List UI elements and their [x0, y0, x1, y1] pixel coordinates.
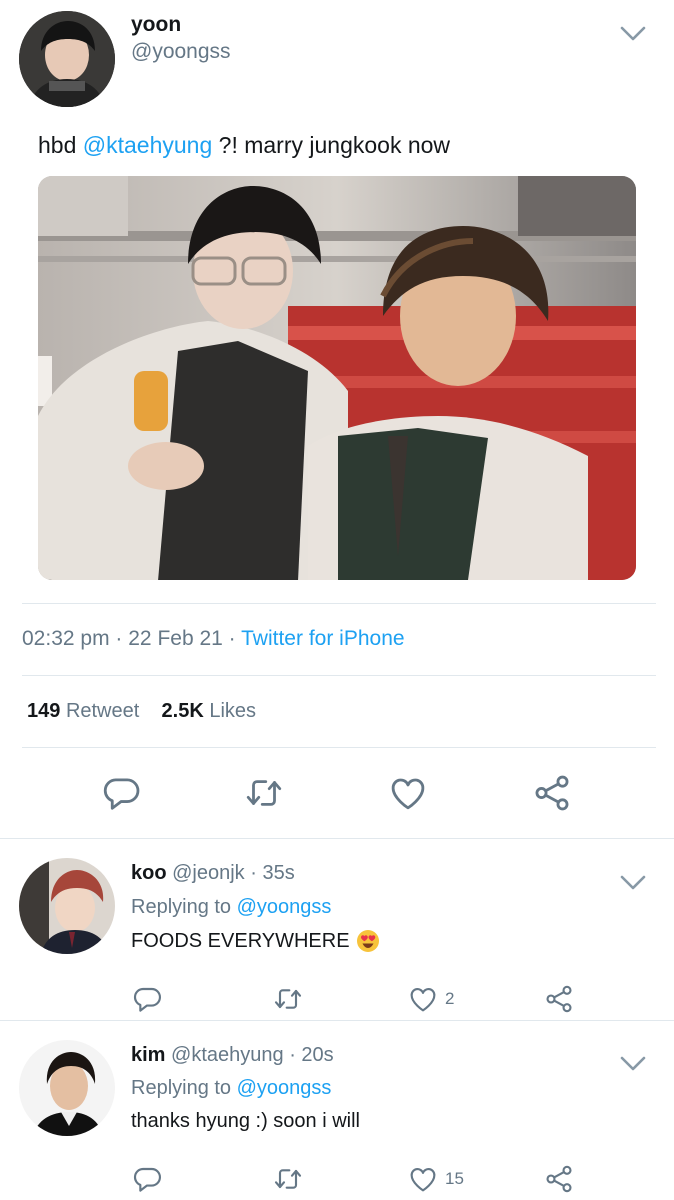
like-count: 15: [445, 1169, 464, 1188]
chevron-down-icon: [620, 25, 646, 43]
reply-header: koo @jeonjk · 35s: [131, 862, 295, 885]
reply-author-name[interactable]: kim: [131, 1044, 165, 1066]
share-icon: [543, 983, 575, 1015]
tweet-text: hbd @ktaehyung ?! marry jungkook now: [38, 132, 450, 159]
reply-options-button[interactable]: [620, 1055, 646, 1073]
reply-author-handle[interactable]: @jeonjk: [172, 862, 245, 884]
tweet-photo[interactable]: [38, 176, 636, 580]
likes-stat[interactable]: 2.5K Likes: [162, 700, 257, 722]
reply-author-handle[interactable]: @ktaehyung: [171, 1044, 284, 1066]
reply-avatar[interactable]: [19, 858, 115, 954]
tweet-author-name[interactable]: yoon: [131, 13, 181, 37]
tweet-meta: 02:32 pm · 22 Feb 21 · Twitter for iPhon…: [22, 627, 405, 651]
meta-separator: ·: [228, 627, 236, 650]
reply-button[interactable]: [100, 772, 142, 814]
reply-avatar[interactable]: [19, 1040, 115, 1136]
reply-icon: [100, 772, 142, 814]
like-icon: [387, 772, 429, 814]
tweet-source-link[interactable]: Twitter for iPhone: [241, 627, 404, 650]
reply-age: · 20s: [289, 1044, 334, 1066]
tweet-text-suffix: ?! marry jungkook now: [212, 132, 451, 158]
tweet-options-button[interactable]: [620, 25, 646, 43]
divider: [0, 838, 674, 839]
divider: [22, 603, 656, 604]
chevron-down-icon: [620, 874, 646, 892]
replying-to-label: Replying to: [131, 1077, 232, 1099]
replying-to-link[interactable]: @yoongss: [237, 1077, 332, 1099]
tweet-date: 22 Feb 21: [128, 627, 223, 650]
retweet-count: 149: [27, 700, 61, 722]
retweet-button[interactable]: [272, 1163, 304, 1195]
reply-icon: [131, 983, 163, 1015]
share-button[interactable]: [543, 983, 575, 1015]
divider: [22, 747, 656, 748]
chevron-down-icon: [620, 1055, 646, 1073]
likes-label: Likes: [209, 700, 257, 722]
reply-text-content: FOODS EVERYWHERE: [131, 929, 350, 952]
reply-icon: [131, 1163, 163, 1195]
retweet-icon: [243, 772, 285, 814]
retweet-icon: [272, 983, 304, 1015]
reply-text: thanks hyung :) soon i will: [131, 1110, 360, 1133]
tweet-time: 02:32 pm: [22, 627, 110, 650]
share-button[interactable]: [531, 772, 573, 814]
reply-text-content: thanks hyung :) soon i will: [131, 1110, 361, 1132]
retweet-button[interactable]: [243, 772, 285, 814]
heart-eyes-emoji-icon: [356, 929, 380, 953]
reply-header: kim @ktaehyung · 20s: [131, 1044, 334, 1067]
divider: [22, 675, 656, 676]
share-icon: [543, 1163, 575, 1195]
divider: [0, 1020, 674, 1021]
reply-text: FOODS EVERYWHERE: [131, 929, 380, 953]
reply-button[interactable]: [131, 1163, 163, 1195]
share-button[interactable]: [543, 1163, 575, 1195]
like-icon: [407, 983, 439, 1015]
likes-count: 2.5K: [161, 700, 204, 722]
like-button[interactable]: 15: [407, 1163, 464, 1195]
reply-author-name[interactable]: koo: [131, 862, 167, 884]
retweet-stat[interactable]: 149 Retweet: [27, 700, 139, 722]
like-count: 2: [445, 989, 455, 1008]
tweet-avatar[interactable]: [19, 11, 115, 107]
reply-options-button[interactable]: [620, 874, 646, 892]
replying-to-link[interactable]: @yoongss: [237, 896, 332, 918]
like-button[interactable]: 2: [407, 983, 454, 1015]
retweet-label: Retweet: [65, 700, 140, 722]
share-icon: [531, 772, 573, 814]
tweet-stats: 149 Retweet 2.5K Likes: [27, 700, 256, 723]
replying-to: Replying to @yoongss: [131, 896, 331, 919]
meta-separator: ·: [115, 627, 123, 650]
like-button[interactable]: [387, 772, 429, 814]
replying-to-label: Replying to: [131, 896, 232, 918]
tweet-mention-link[interactable]: @ktaehyung: [83, 132, 213, 158]
like-icon: [407, 1163, 439, 1195]
tweet-text-prefix: hbd: [38, 132, 83, 158]
retweet-button[interactable]: [272, 983, 304, 1015]
replying-to: Replying to @yoongss: [131, 1077, 331, 1100]
tweet-author-handle[interactable]: @yoongss: [131, 40, 231, 64]
reply-age: · 35s: [250, 862, 295, 884]
retweet-icon: [272, 1163, 304, 1195]
reply-button[interactable]: [131, 983, 163, 1015]
